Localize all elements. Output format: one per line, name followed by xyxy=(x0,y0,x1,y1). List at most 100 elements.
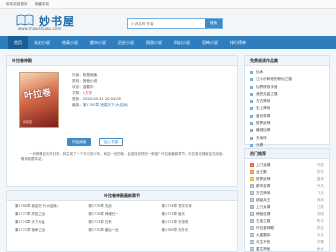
book-name: 长生不死 xyxy=(256,240,271,244)
list-item[interactable]: 修罗武神 xyxy=(250,120,324,127)
book-author: 善良 xyxy=(316,177,324,181)
latest-row: 最新：第1780章 貌建天下(大结局) xyxy=(72,102,128,108)
list-item[interactable]: 仙术 xyxy=(250,69,324,76)
book-cover[interactable]: 叶拉卷 风萧萧 xyxy=(19,72,59,128)
bookmark-site-link[interactable]: 收藏本站 xyxy=(35,2,49,6)
chapter-link[interactable]: 第1774章 天下大乱 xyxy=(15,220,88,225)
chapter-link[interactable]: 第1779章 决战 xyxy=(88,204,161,209)
nav-item-xiuzhen[interactable]: 修真小说 xyxy=(56,36,84,49)
rank-badge: 4 xyxy=(250,184,254,188)
start-reading-button[interactable]: 开始阅读 xyxy=(67,138,91,146)
list-item[interactable]: 7 上门女婿 江辰 xyxy=(250,204,324,211)
search-input[interactable] xyxy=(128,19,206,28)
free-reading-panel: 免费阅读作品集 仙术 江小乐和他的修仙之路 仙界修炼手册 我的无敌之路 万古神帝… xyxy=(244,55,330,148)
list-item[interactable]: 仙界修炼手册 xyxy=(250,84,324,91)
list-item[interactable]: 8 神医狂婿 苏阳 xyxy=(250,211,324,218)
rank-badge: 5 xyxy=(250,191,254,195)
list-item[interactable]: 3 修罗武神 善良 xyxy=(250,176,324,183)
rank-badge: 1 xyxy=(250,163,254,167)
book-name: 王者之路 xyxy=(256,219,271,223)
rank-badge: 11 xyxy=(250,233,254,237)
list-item[interactable]: 我的无敌之路 xyxy=(250,91,324,98)
cover-title: 叶拉卷 xyxy=(23,88,52,102)
author-value[interactable]: 执慧阅读 xyxy=(83,73,97,77)
rank-badge: 6 xyxy=(250,198,254,202)
chapter-link[interactable]: 第1773章 归来 xyxy=(88,220,161,225)
book-name: 九星霸体 xyxy=(256,233,271,237)
add-bookshelf-button[interactable]: 加入书架 xyxy=(99,138,123,146)
list-item[interactable]: 盖世帝尊 xyxy=(250,113,324,120)
top-links: 用本站前首页 收藏本站 xyxy=(6,2,55,7)
book-info-panel: 叶拉卷神殿 叶拉卷 风萧萧 作者：执慧阅读 类别：其他小说 状态：连载中 字数：… xyxy=(6,55,238,187)
book-author: 陈平 xyxy=(316,219,324,223)
category-label: 类别： xyxy=(72,79,83,83)
chapter-link[interactable]: 第1778章 苍宇天帝 xyxy=(162,204,235,209)
nav-item-ranking[interactable]: 排行榜单 xyxy=(224,36,252,49)
chapter-link[interactable]: 第1777章 终极之战 xyxy=(15,212,88,217)
list-item[interactable]: 13 重生神医 秋水 xyxy=(250,246,324,252)
nav-item-lishi[interactable]: 历史小说 xyxy=(112,36,140,49)
list-item[interactable]: 6 超级兵王 林风 xyxy=(250,197,324,204)
chapter-link[interactable]: 第1776章 神魂归一 xyxy=(88,212,161,217)
search-button[interactable]: 搜索 xyxy=(205,19,222,28)
list-item[interactable]: 1 上门龙婿 叶辰 xyxy=(250,162,324,169)
chapter-link[interactable]: 第1775章 破天 xyxy=(162,212,235,217)
rank-badge: 12 xyxy=(250,240,254,244)
list-item[interactable]: 最强仙尊 xyxy=(250,127,324,134)
free-reading-title: 免费阅读作品集 xyxy=(245,56,329,66)
list-item[interactable]: 天帝传 xyxy=(250,135,324,142)
list-item[interactable]: 11 九星霸体 平凡 xyxy=(250,232,324,239)
book-name: 都市至尊 xyxy=(256,184,271,188)
latest-chapters-panel: 叶拉卷神殿最新章节 第1780章 我欲天下(大结局) 第1779章 决战 第17… xyxy=(6,190,238,252)
book-name: 重生神医 xyxy=(256,247,271,251)
list-item[interactable]: 4 都市至尊 叶凡 xyxy=(250,183,324,190)
rank-badge: 3 xyxy=(250,177,254,181)
list-item[interactable]: 万古神帝 xyxy=(250,98,324,105)
header: 妙书屋 www.miaoshuwu.com 搜索 xyxy=(0,9,336,36)
nav-item-home[interactable]: 首页 xyxy=(8,36,28,49)
update-label: 更新： xyxy=(72,97,83,101)
list-item[interactable]: 9 王者之路 陈平 xyxy=(250,218,324,225)
book-intro: 一代神尊自天外归来，转生成了一个平凡的少年，而这一世的他，会选择怎样的一条路？叶… xyxy=(21,152,226,161)
list-item[interactable]: 无上神帝 xyxy=(250,105,324,112)
chapter-link[interactable]: 第1769章 天外天 xyxy=(162,228,235,233)
list-item[interactable]: 5 万古神帝 飞天 xyxy=(250,190,324,197)
status-label: 状态： xyxy=(72,85,83,89)
latest-chapter-link[interactable]: 第1780章 貌建天下(大结局) xyxy=(83,103,128,107)
book-meta: 作者：执慧阅读 类别：其他小说 状态：连载中 字数：1万字 更新：2020-09… xyxy=(72,72,128,108)
chapter-link[interactable]: 第1772章 天帝现 xyxy=(162,220,235,225)
free-reading-list: 仙术 江小乐和他的修仙之路 仙界修炼手册 我的无敌之路 万古神帝 无上神帝 盖世… xyxy=(245,66,329,152)
book-author: 叶辰 xyxy=(316,163,324,167)
list-item[interactable]: 2 龙王殿 张宇 xyxy=(250,169,324,176)
hot-recommend-panel: 热门推荐 1 上门龙婿 叶辰 2 龙王殿 张宇 3 修罗武神 善良 4 都市至尊 叶凡 5 万古神… xyxy=(244,148,330,252)
book-author: 张宇 xyxy=(316,170,324,174)
top-bar: 用本站前首页 收藏本站 xyxy=(0,0,336,9)
category-value[interactable]: 其他小说 xyxy=(83,79,97,83)
chapter-link[interactable]: 第1770章 最后一战 xyxy=(88,228,161,233)
words-value: 1万字 xyxy=(82,91,93,95)
list-item[interactable]: 江小乐和他的修仙之路 xyxy=(250,76,324,83)
rank-badge: 9 xyxy=(250,219,254,223)
nav-item-wangyou[interactable]: 网游小说 xyxy=(140,36,168,49)
book-author: 叶凡 xyxy=(316,184,324,188)
book-name: 上门女婿 xyxy=(256,205,271,209)
list-item[interactable]: 12 长生不死 天蚕 xyxy=(250,239,324,246)
set-homepage-link[interactable]: 用本站前首页 xyxy=(6,2,28,6)
book-name: 神医狂婿 xyxy=(256,212,271,216)
rank-badge: 13 xyxy=(250,247,254,251)
chapter-link[interactable]: 第1780章 我欲天下(大结局) xyxy=(15,204,88,209)
nav-item-xuanhuan[interactable]: 玄幻小说 xyxy=(28,36,56,49)
book-name: 万古神帝 xyxy=(256,191,271,195)
list-item[interactable]: 10 叶拉卷神殿 佚名 xyxy=(250,225,324,232)
site-logo[interactable]: 妙书屋 www.miaoshuwu.com xyxy=(14,13,90,35)
book-author: 天蚕 xyxy=(316,240,324,244)
chapter-link[interactable]: 第1771章 宿命之战 xyxy=(15,228,88,233)
nav-item-dushi[interactable]: 都市小说 xyxy=(84,36,112,49)
book-author: 佚名 xyxy=(316,226,324,230)
book-author: 飞天 xyxy=(316,191,324,195)
book-logo-icon xyxy=(16,14,34,26)
nav-item-kongbu[interactable]: 恐怖小说 xyxy=(196,36,224,49)
main-nav: 首页 玄幻小说 修真小说 都市小说 历史小说 网游小说 科幻小说 恐怖小说 排行… xyxy=(0,36,336,49)
nav-item-kehuan[interactable]: 科幻小说 xyxy=(168,36,196,49)
rank-badge: 8 xyxy=(250,212,254,216)
